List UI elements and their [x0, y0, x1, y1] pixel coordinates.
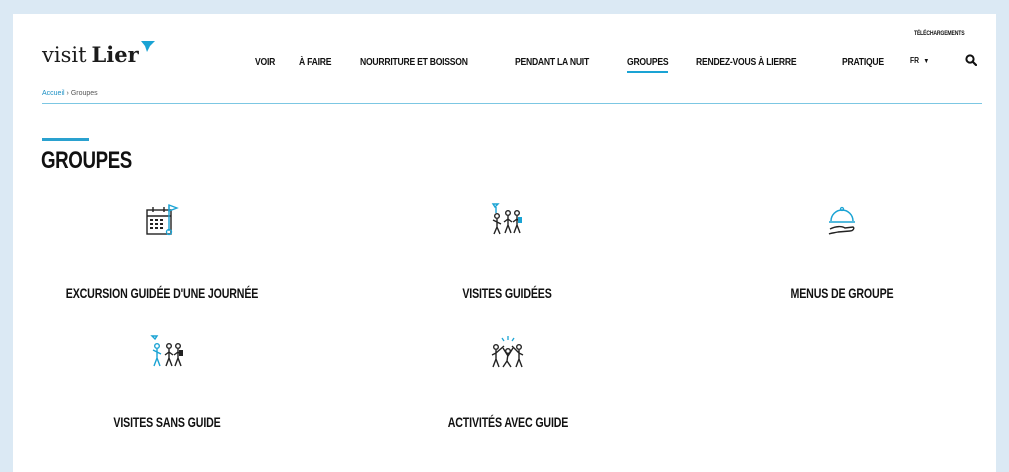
tile-label: VISITES GUIDÉES — [462, 285, 552, 301]
breadcrumb-home-link[interactable]: Accueil — [42, 90, 65, 97]
nav-item-nourriture[interactable]: NOURRITURE ET BOISSON — [360, 56, 468, 68]
guided-group-icon — [491, 203, 522, 235]
tile-label: VISITES SANS GUIDE — [113, 414, 221, 430]
nav-item-pratique[interactable]: PRATIQUE — [842, 56, 884, 68]
group-activity-icon — [491, 336, 524, 368]
tile-activites-avec-guide[interactable]: ACTIVITÉS AVEC GUIDE — [358, 334, 658, 430]
logo-flag-icon — [140, 41, 155, 52]
tile-label: MENUS DE GROUPE — [790, 285, 894, 301]
tile-label: EXCURSION GUIDÉE D'UNE JOURNÉE — [65, 285, 259, 301]
tile-excursion-guidee[interactable]: EXCURSION GUIDÉE D'UNE JOURNÉE — [12, 201, 312, 301]
page-title: GROUPES — [41, 147, 132, 174]
breadcrumb: Accueil › Groupes — [42, 90, 98, 97]
downloads-link[interactable]: TÉLÉCHARGEMENTS — [914, 31, 965, 37]
nav-item-rendez-vous[interactable]: RENDEZ-VOUS À LIERRE — [696, 56, 797, 68]
tile-visites-guidees[interactable]: VISITES GUIDÉES — [357, 201, 657, 301]
language-code: FR — [910, 56, 920, 65]
self-guided-group-icon — [150, 335, 183, 367]
nav-item-voir[interactable]: VOIR — [255, 56, 275, 68]
tile-visites-sans-guide[interactable]: VISITES SANS GUIDE — [17, 334, 317, 430]
nav-item-pendant-la-nuit[interactable]: PENDANT LA NUIT — [515, 56, 589, 68]
language-selector[interactable]: FR ▼ — [910, 56, 929, 65]
main-nav: VOIR À FAIRE NOURRITURE ET BOISSON PENDA… — [13, 56, 996, 76]
header-divider — [42, 103, 982, 104]
tile-menus-de-groupe[interactable]: MENUS DE GROUPE — [692, 201, 992, 301]
nav-item-a-faire[interactable]: À FAIRE — [299, 56, 331, 68]
breadcrumb-separator: › — [66, 90, 69, 97]
chevron-down-icon: ▼ — [923, 58, 930, 65]
nav-item-groupes[interactable]: GROUPES — [627, 56, 669, 73]
page-card: visit Lier TÉLÉCHARGEMENTS VOIR À FAIRE … — [13, 14, 996, 472]
cloche-platter-icon — [828, 206, 855, 235]
search-icon[interactable] — [965, 54, 977, 66]
title-accent-bar — [42, 138, 89, 141]
breadcrumb-current: Groupes — [70, 90, 98, 97]
calendar-flag-icon — [146, 204, 179, 236]
tile-label: ACTIVITÉS AVEC GUIDE — [447, 414, 569, 430]
